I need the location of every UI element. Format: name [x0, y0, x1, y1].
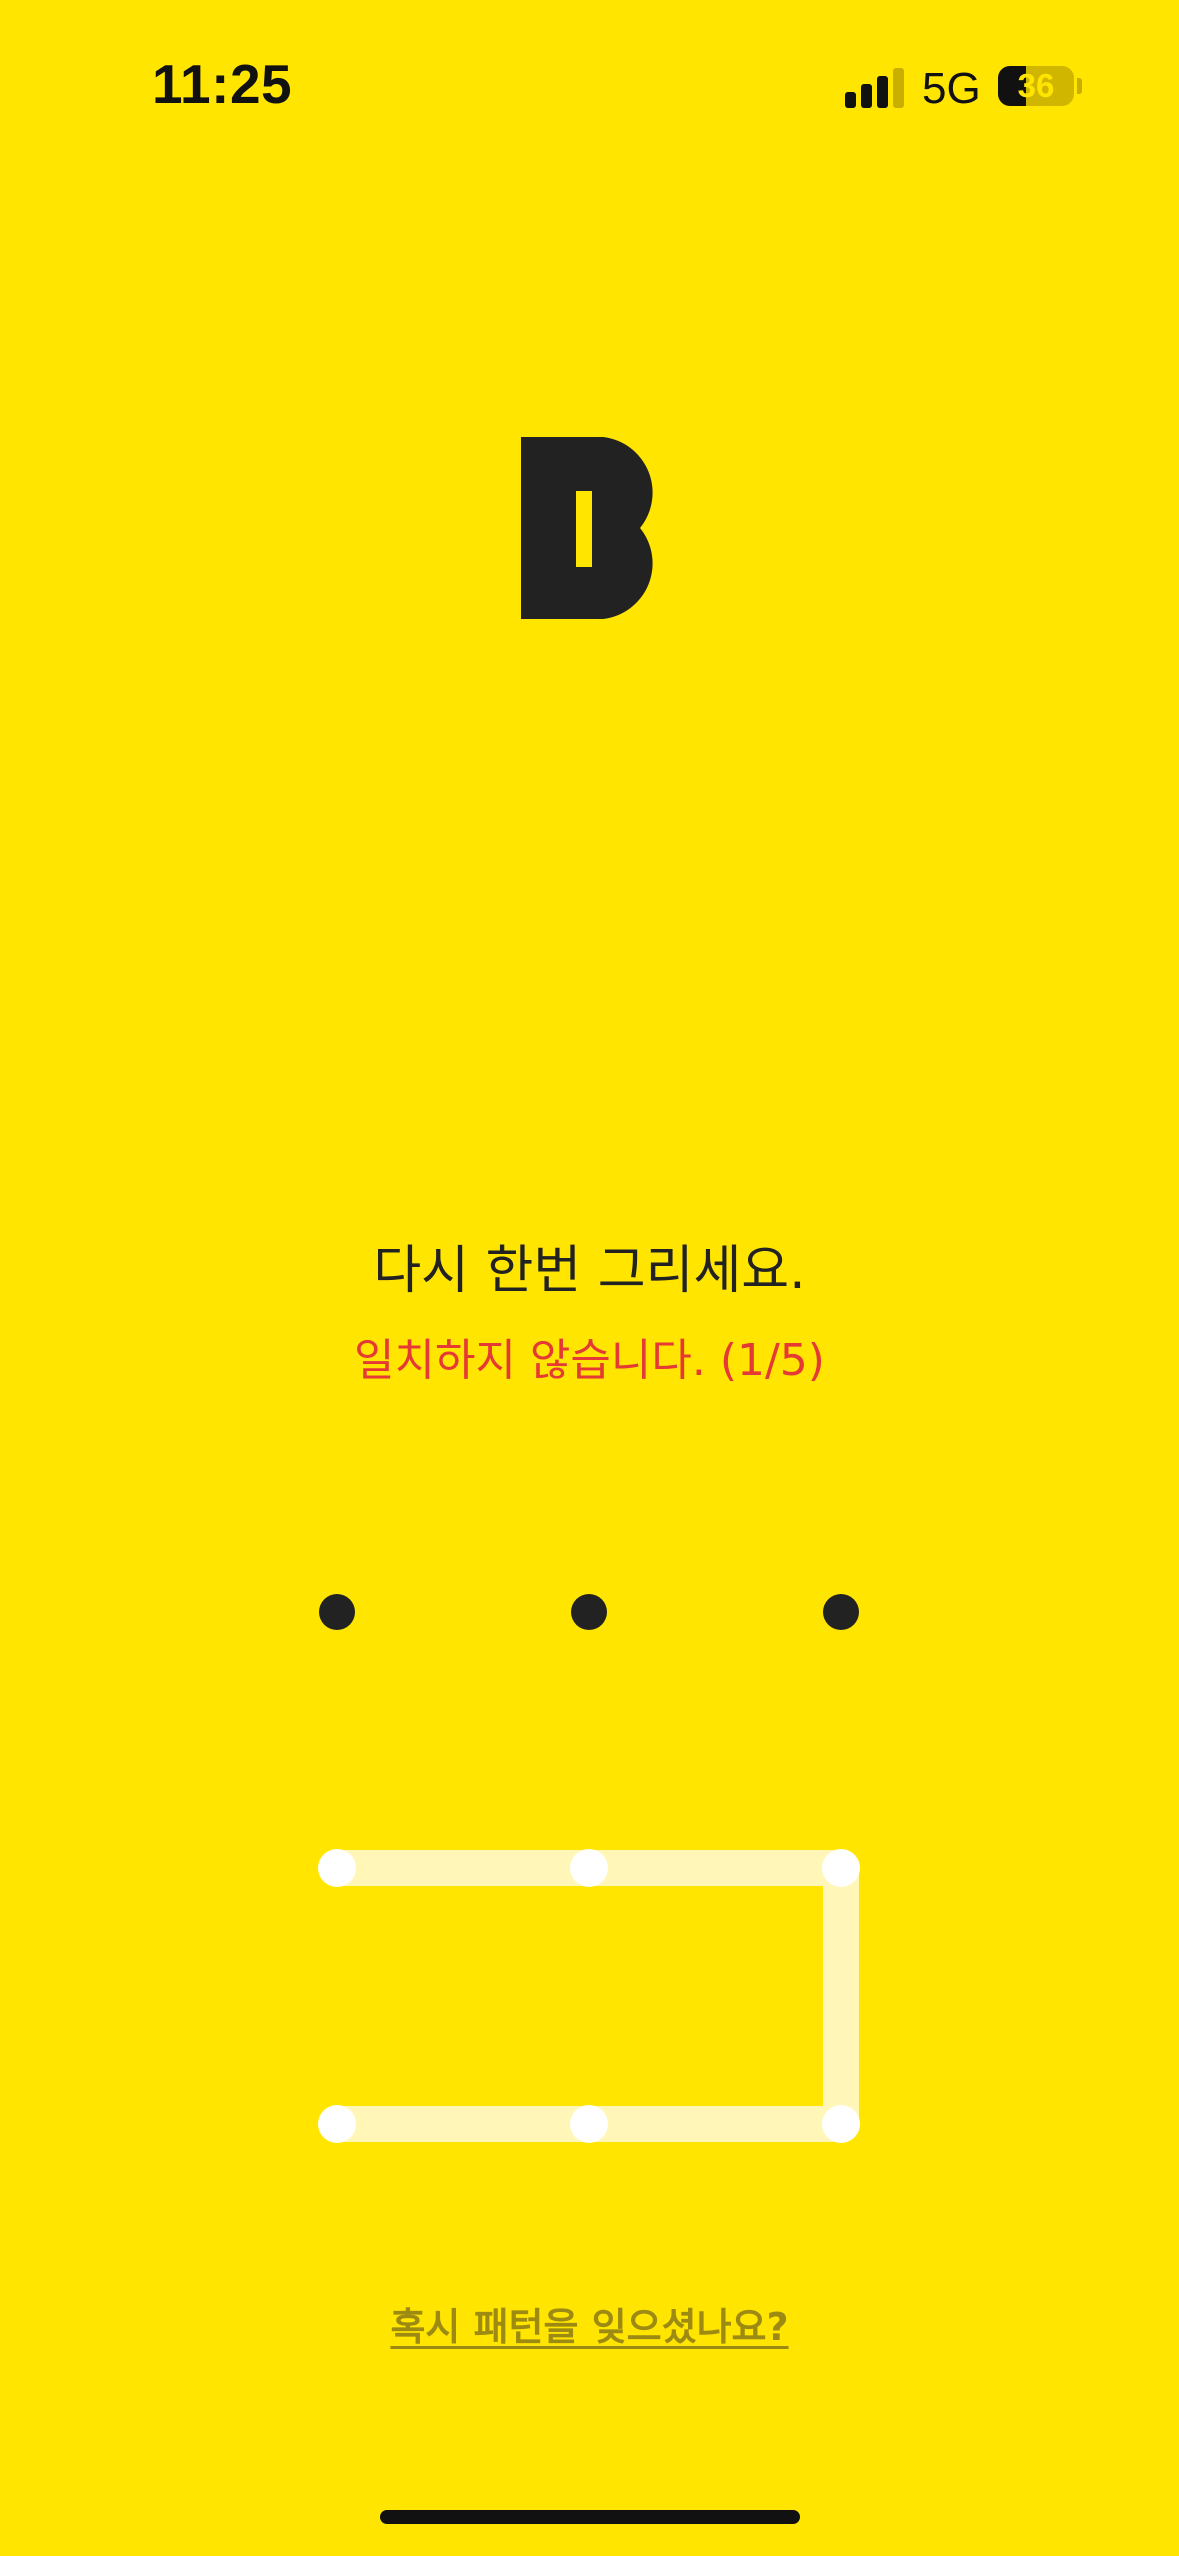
bank-b-logo-icon	[521, 437, 653, 619]
pattern-path-line	[319, 1850, 859, 2142]
pattern-prompt-title: 다시 한번 그리세요.	[373, 1241, 806, 1301]
battery-percent: 36	[1017, 67, 1055, 104]
pattern-drawn-path	[319, 1850, 859, 2142]
network-type: 5G	[922, 64, 981, 113]
pattern-dot-5[interactable]	[570, 1849, 608, 1887]
pattern-dot-7[interactable]	[318, 2105, 356, 2143]
battery-icon: 36	[998, 66, 1074, 106]
pattern-error-message: 일치하지 않습니다. (1/5)	[354, 1335, 825, 1386]
home-indicator	[380, 2510, 800, 2524]
pattern-dot-2[interactable]	[571, 1594, 607, 1630]
battery-tip	[1077, 78, 1082, 94]
cellular-signal-icon	[845, 66, 905, 108]
pattern-dot-4[interactable]	[318, 1849, 356, 1887]
forgot-pattern-link[interactable]: 혹시 패턴을 잊으셨나요?	[0, 2296, 1179, 2351]
pattern-dot-8[interactable]	[570, 2105, 608, 2143]
status-bar: 11:25 5G 36	[0, 0, 1179, 150]
pattern-dot-1[interactable]	[319, 1594, 355, 1630]
pattern-dot-6[interactable]	[822, 1849, 860, 1887]
pattern-dot-3[interactable]	[823, 1594, 859, 1630]
pattern-dot-9[interactable]	[822, 2105, 860, 2143]
status-time: 11:25	[152, 53, 293, 115]
pattern-dots	[318, 1594, 860, 2143]
